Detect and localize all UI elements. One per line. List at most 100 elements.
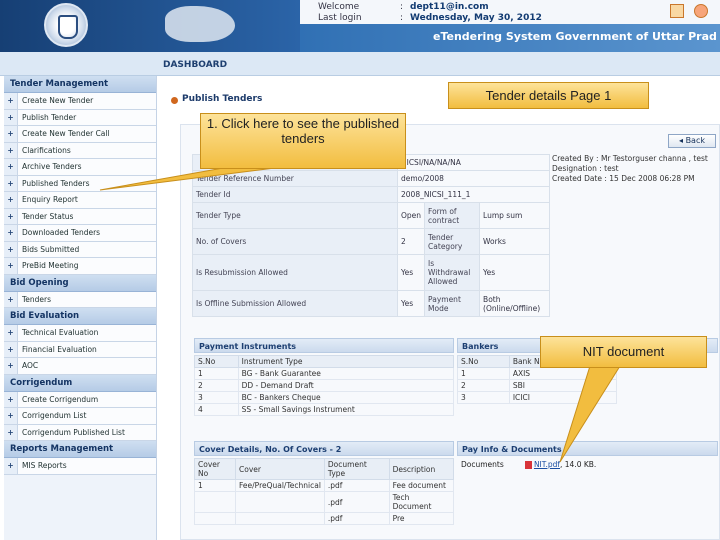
home-icon[interactable] [670, 4, 684, 18]
table-cell: .pdf [323, 512, 390, 525]
sidebar-item[interactable]: + Create New Tender Call [4, 126, 156, 143]
payment-instruments-table: S.No Instrument Type 1 BG - Bank Guarantee 2… [194, 355, 455, 416]
column-header: Cover [235, 458, 325, 480]
column-header: S.No [457, 355, 510, 368]
plus-icon: + [4, 358, 18, 374]
sidebar-section-header: Bid Opening [4, 274, 156, 292]
sidebar-item-label: Tenders [18, 291, 156, 307]
sidebar-section-header: Bid Evaluation [4, 308, 156, 325]
callout-tender-details: Tender details Page 1 [448, 82, 649, 109]
table-header-row: Cover No Cover Document Type Description [193, 458, 455, 480]
documents-label: Documents [461, 460, 504, 469]
sidebar-item[interactable]: + Archive Tenders [4, 159, 156, 176]
sidebar-item-label: Published Tenders [18, 175, 156, 191]
table-cell: 1 [457, 367, 510, 380]
sidebar-item[interactable]: + AOC [4, 358, 156, 375]
column-header: Instrument Type [237, 355, 455, 368]
table-cell: Fee/PreQual/Technical [235, 479, 325, 492]
table-row: .pdf Tech Document [193, 491, 455, 513]
detail-value: 2 [396, 228, 426, 255]
table-cell: Fee document [388, 479, 455, 492]
last-login-colon: : [400, 13, 404, 23]
detail-value: 2008_NICSI_111_1 [397, 186, 550, 203]
plus-icon: + [4, 175, 18, 191]
sidebar-item[interactable]: + Corrigendum Published List [4, 424, 156, 441]
sidebar-item[interactable]: + Clarifications [4, 142, 156, 159]
sidebar-item[interactable]: + PreBid Meeting [4, 258, 156, 275]
sidebar-item[interactable]: + Enquiry Report [4, 192, 156, 209]
table-row: Is Offline Submission Allowed Yes Paymen… [192, 290, 550, 317]
cover-details-table: Cover No Cover Document Type Description 1 Fe… [193, 458, 455, 525]
column-header: Document Type [323, 458, 390, 480]
plus-icon: + [4, 291, 18, 307]
sidebar-item[interactable]: + Publish Tender [4, 109, 156, 126]
sidebar-item-label: Create New Tender [18, 93, 156, 109]
nit-document-link[interactable]: NIT.pdf [534, 460, 560, 469]
table-cell: DD - Demand Draft [237, 379, 455, 392]
sidebar-item[interactable]: + Create Corrigendum [4, 391, 156, 408]
detail-sub-label: Form of contract [424, 202, 481, 229]
table-row: .pdf Pre [193, 512, 455, 525]
last-login-value: Wednesday, May 30, 2012 [410, 13, 542, 23]
pay-info-header: Pay Info & Documents [457, 441, 718, 456]
sidebar-item[interactable]: + Financial Evaluation [4, 341, 156, 358]
detail-label: Is Resubmission Allowed [192, 254, 398, 291]
plus-icon: + [4, 391, 18, 407]
dashboard-link[interactable]: DASHBOARD [163, 60, 227, 70]
sidebar-item[interactable]: + Published Tenders [4, 175, 156, 192]
created-info: Created By : Mr Testorguser channa , tes… [552, 154, 718, 184]
sidebar-item[interactable]: + Bids Submitted [4, 241, 156, 258]
callout-published-tenders: 1. Click here to see the published tende… [200, 113, 406, 169]
sidebar-section-header: Corrigendum [4, 374, 156, 392]
detail-sub-label: Is Withdrawal Allowed [424, 254, 481, 291]
detail-label: Tender Reference Number [192, 170, 398, 187]
welcome-colon: : [400, 2, 404, 12]
table-row: 3 BC - Bankers Cheque [194, 391, 455, 404]
table-row: Tender Id 2008_NICSI_111_1 [192, 186, 550, 203]
sidebar-item[interactable]: + MIS Reports [4, 458, 156, 475]
table-cell: AXIS [508, 367, 618, 380]
welcome-label: Welcome [318, 2, 360, 12]
detail-label: No. of Covers [192, 228, 398, 255]
sidebar-item-label: Tender Status [18, 208, 156, 224]
sidebar-item[interactable]: + Create New Tender [4, 93, 156, 110]
sidebar-item-label: Publish Tender [18, 109, 156, 125]
sidebar-item-label: Downloaded Tenders [18, 225, 156, 241]
sidebar-item[interactable]: + Technical Evaluation [4, 325, 156, 342]
detail-sub-value: Yes [479, 254, 550, 291]
state-map-image [165, 6, 235, 42]
detail-label: Tender Type [192, 202, 398, 229]
plus-icon: + [4, 241, 18, 257]
sidebar-item[interactable]: + Corrigendum List [4, 408, 156, 425]
plus-icon: + [4, 109, 18, 125]
created-date: Created Date : 15 Dec 2008 06:28 PM [552, 174, 695, 183]
table-cell [235, 512, 325, 525]
table-cell [235, 491, 325, 513]
logout-icon[interactable] [694, 4, 708, 18]
app-header: Welcome : dept11@in.com Last login : Wed… [0, 0, 720, 52]
detail-label: Tender Id [192, 186, 398, 203]
sidebar-item-label: Create Corrigendum [18, 391, 156, 407]
payment-instruments-header: Payment Instruments [194, 338, 454, 353]
created-by: Created By : Mr Testorguser channa , tes… [552, 154, 708, 163]
plus-icon: + [4, 142, 18, 158]
sidebar-section-header: Tender Management [4, 76, 156, 93]
detail-sub-label: Tender Category [424, 228, 481, 255]
sidebar-item[interactable]: + Tender Status [4, 208, 156, 225]
table-row: 2 SBI [457, 379, 618, 392]
table-cell: BC - Bankers Cheque [237, 391, 455, 404]
plus-icon: + [4, 408, 18, 424]
back-button[interactable]: ◂ Back [668, 134, 716, 148]
table-row: No. of Covers 2 Tender Category Works [192, 228, 550, 255]
pdf-icon [524, 461, 532, 469]
sidebar-item-label: Clarifications [18, 142, 156, 158]
sidebar-item[interactable]: + Tenders [4, 291, 156, 308]
table-row: 4 SS - Small Savings Instrument [194, 403, 455, 416]
callout-nit-document: NIT document [540, 336, 707, 368]
sidebar-item[interactable]: + Downloaded Tenders [4, 225, 156, 242]
sidebar: Tender Management + Create New Tender + Publ… [4, 76, 157, 540]
column-header: S.No [194, 355, 239, 368]
table-row: Is Resubmission Allowed Yes Is Withdrawa… [192, 254, 550, 291]
plus-icon: + [4, 126, 18, 142]
table-cell: 2 [194, 379, 239, 392]
